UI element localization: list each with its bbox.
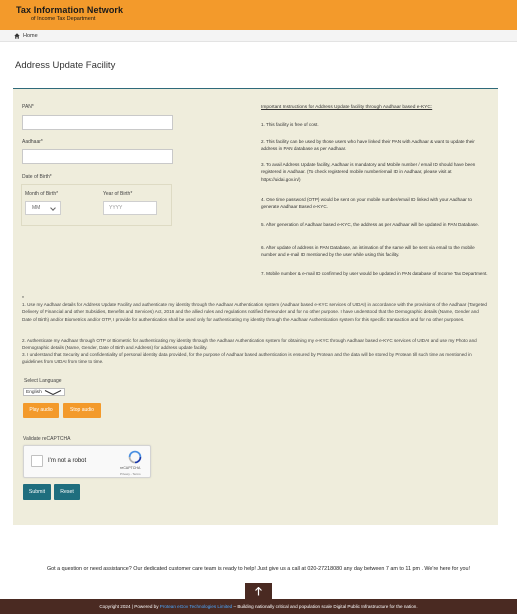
recaptcha-widget: I'm not a robot reCAPTCHA Privacy - Term…	[23, 445, 151, 478]
home-icon[interactable]	[14, 33, 20, 39]
language-label: Select Language	[24, 378, 62, 384]
recaptcha-text: I'm not a robot	[48, 458, 87, 464]
year-label: Year of Birth*	[103, 191, 133, 197]
breadcrumb-home[interactable]: Home	[23, 33, 38, 39]
stop-audio-button[interactable]: Stop audio	[63, 403, 101, 418]
aadhaar-input[interactable]	[22, 149, 173, 164]
reset-button[interactable]: Reset	[54, 484, 80, 500]
instruction-item: 2. This facility can be used by those us…	[261, 139, 475, 152]
footer-prefix: Copyright 2024 | Powered by	[99, 604, 160, 609]
recaptcha-checkbox[interactable]	[31, 455, 43, 467]
month-select[interactable]: MM	[25, 201, 61, 215]
footer-suffix: – Building nationally critical and popul…	[232, 604, 418, 609]
month-label: Month of Birth*	[25, 191, 59, 197]
recaptcha-logo-icon	[128, 450, 142, 464]
instruction-item: 7. Mobile number & e-mail ID confirmed b…	[261, 271, 488, 276]
consent-paragraph: 2. Authenticate my Aadhaar through OTP o…	[22, 338, 477, 351]
site-header: Tax Information Network of Income Tax De…	[0, 0, 517, 30]
instruction-item: 4. One time password (OTP) would be sent…	[261, 197, 472, 210]
pan-label: PAN*	[22, 104, 34, 110]
captcha-label: Validate reCAPTCHA	[23, 436, 71, 442]
instructions-heading: Important Instructions for Address Updat…	[261, 105, 433, 110]
footer-company-link[interactable]: Protean eGov Technologies Limited	[160, 604, 232, 609]
chevron-down-icon	[44, 390, 62, 395]
language-selected-value: English	[26, 389, 42, 395]
instruction-item: 6. After update of address in PAN Databa…	[261, 245, 475, 258]
arrow-up-icon	[255, 587, 262, 596]
panel-top-border	[13, 88, 498, 89]
brand-title[interactable]: Tax Information Network	[16, 5, 123, 15]
consent-paragraph: 3. I understand that Security and confid…	[22, 352, 472, 365]
instruction-item: 3. To avail Address Update facility, Aad…	[261, 162, 476, 182]
instruction-item: 1. This facility is free of cost.	[261, 122, 319, 127]
recaptcha-terms-link[interactable]: Privacy - Terms	[120, 472, 141, 476]
consent-paragraph: 1. Use my Aadhaar details for Address Up…	[22, 302, 487, 322]
scroll-to-top-button[interactable]	[245, 583, 272, 599]
play-audio-button[interactable]: Play audio	[23, 403, 59, 418]
help-text: Got a question or need assistance? Our d…	[46, 566, 471, 572]
month-selected-value: MM	[32, 205, 41, 211]
recaptcha-brand: reCAPTCHA	[120, 466, 141, 470]
page-title: Address Update Facility	[15, 60, 116, 71]
language-select[interactable]: English	[23, 388, 65, 396]
year-input[interactable]: YYYY	[103, 201, 157, 215]
dob-label: Date of Birth*	[22, 174, 52, 180]
brand-subtitle: of Income Tax Department	[31, 16, 96, 22]
aadhaar-label: Aadhaar*	[22, 139, 43, 145]
submit-button[interactable]: Submit	[23, 484, 51, 500]
footer: Copyright 2024 | Powered by Protean eGov…	[0, 599, 517, 614]
chevron-down-icon	[50, 205, 56, 211]
breadcrumb: Home	[0, 30, 517, 42]
instruction-item: 5. After generation of Aadhaar based e-K…	[261, 222, 480, 227]
year-placeholder: YYYY	[109, 205, 123, 211]
pan-input[interactable]	[22, 115, 173, 130]
